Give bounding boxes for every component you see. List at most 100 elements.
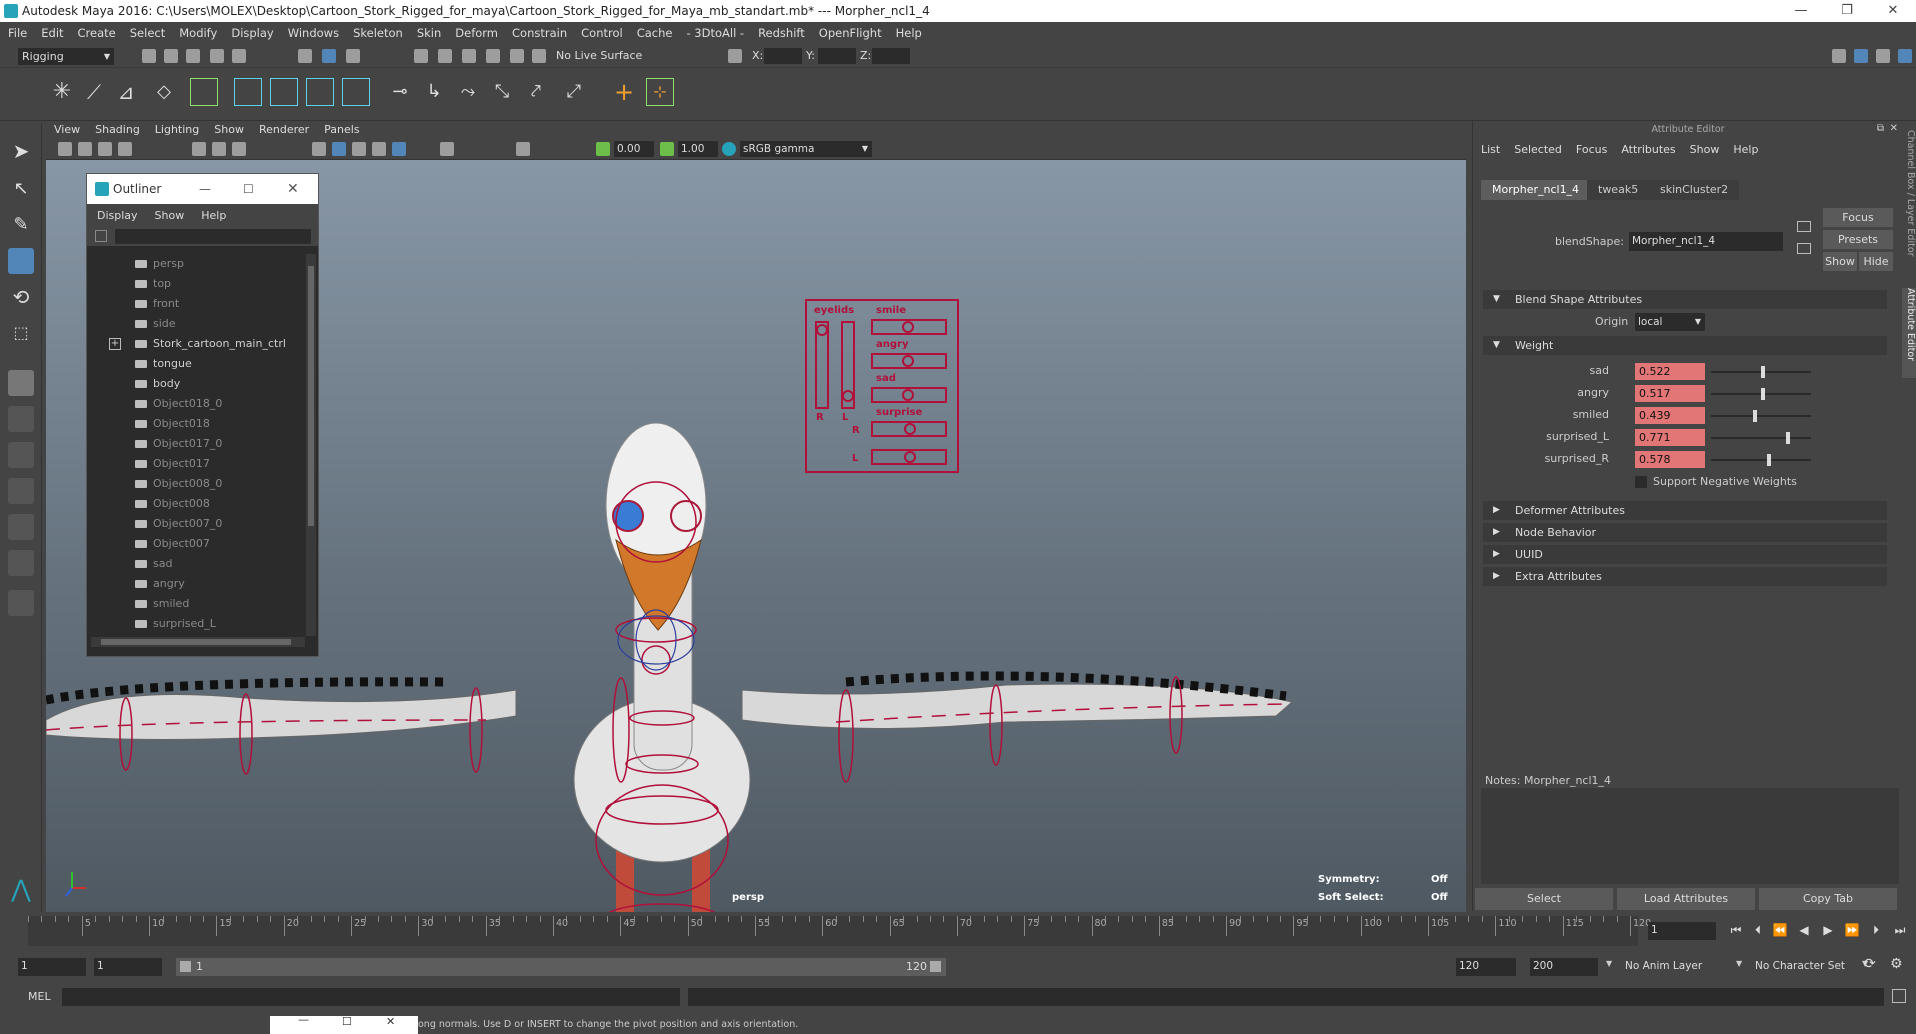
tool-settings-toggle-icon[interactable]: [1876, 49, 1890, 63]
list-item[interactable]: Object007: [87, 534, 297, 554]
list-item[interactable]: tongue: [87, 354, 297, 374]
paint-weights-icon[interactable]: [306, 78, 334, 106]
resolution-gate-icon[interactable]: [232, 142, 246, 156]
load-attributes-button[interactable]: Load Attributes: [1617, 888, 1755, 910]
vp-menu-view[interactable]: View: [54, 123, 80, 136]
four-view-layout-icon[interactable]: [8, 406, 34, 432]
ae-menu-selected[interactable]: Selected: [1514, 143, 1562, 156]
ae-menu-attributes[interactable]: Attributes: [1621, 143, 1675, 156]
render-settings-icon[interactable]: [1832, 49, 1846, 63]
grid-toggle-icon[interactable]: [192, 142, 206, 156]
snap-surface-icon[interactable]: [510, 49, 524, 63]
tab-tweak5[interactable]: tweak5: [1587, 180, 1650, 200]
weight-field[interactable]: 0.578: [1635, 451, 1705, 468]
blend-shape-icon[interactable]: [342, 78, 370, 106]
show-button[interactable]: Show: [1823, 252, 1857, 271]
cluster-icon[interactable]: [190, 78, 218, 106]
menu-skin[interactable]: Skin: [417, 26, 441, 40]
command-input[interactable]: [62, 988, 680, 1006]
section-deformer-attributes[interactable]: ▶ Deformer Attributes: [1483, 501, 1887, 520]
shadows-icon[interactable]: [440, 142, 454, 156]
list-item[interactable]: body: [87, 374, 297, 394]
save-scene-icon[interactable]: [186, 49, 200, 63]
rig-helper-icon[interactable]: ⊹: [646, 78, 674, 106]
list-item[interactable]: Object008_0: [87, 474, 297, 494]
menu-file[interactable]: File: [8, 26, 27, 40]
range-slider[interactable]: 1 120: [176, 958, 946, 976]
colorspace-select[interactable]: sRGB gamma ▼: [740, 141, 872, 157]
point-constraint-icon[interactable]: ⊸: [386, 78, 414, 106]
weight-slider-thumb[interactable]: [1760, 388, 1765, 400]
preferences-icon[interactable]: ⚙: [1890, 956, 1903, 972]
exposure-field[interactable]: 0.00: [614, 141, 654, 157]
range-start-handle[interactable]: [180, 961, 191, 972]
weight-slider-thumb[interactable]: [1752, 410, 1757, 422]
section-weight[interactable]: ▼ Weight: [1483, 336, 1887, 355]
xray-icon[interactable]: [392, 142, 406, 156]
list-item[interactable]: persp: [87, 254, 297, 274]
gamma-icon[interactable]: [660, 142, 674, 156]
go-input-icon[interactable]: [1797, 221, 1811, 232]
range-end-handle[interactable]: [930, 961, 941, 972]
menu-redshift[interactable]: Redshift: [758, 26, 805, 40]
locator-icon[interactable]: +: [610, 78, 638, 106]
outliner-search-input[interactable]: [115, 229, 311, 244]
minimized-minimize-icon[interactable]: —: [298, 1013, 309, 1026]
joint-tool-icon[interactable]: ✳: [48, 78, 76, 106]
lighting-icon[interactable]: [372, 142, 386, 156]
bookmark-icon[interactable]: [98, 142, 112, 156]
gamma-field[interactable]: 1.00: [678, 141, 718, 157]
snap-grid-icon[interactable]: [414, 49, 428, 63]
graph-layout-icon[interactable]: [8, 550, 34, 576]
anim-layer-select[interactable]: No Anim Layer: [1622, 958, 1734, 976]
step-back-icon[interactable]: ⏴: [1750, 922, 1766, 938]
minimized-window[interactable]: — ☐ ✕: [270, 1013, 418, 1034]
list-item[interactable]: angry: [87, 574, 297, 594]
section-extra-attributes[interactable]: ▶ Extra Attributes: [1483, 567, 1887, 586]
ae-menu-help[interactable]: Help: [1733, 143, 1758, 156]
go-to-end-icon[interactable]: ⏭: [1892, 922, 1908, 938]
smooth-shade-icon[interactable]: [332, 142, 346, 156]
transform-mode-icon[interactable]: [728, 49, 742, 63]
filter-icon[interactable]: [95, 230, 107, 242]
list-item[interactable]: surprised_L: [87, 614, 297, 634]
snap-curve-icon[interactable]: [438, 49, 452, 63]
list-item[interactable]: top: [87, 274, 297, 294]
character-set-select[interactable]: No Character Set: [1752, 958, 1864, 976]
go-output-icon[interactable]: [1797, 243, 1811, 254]
menu-create[interactable]: Create: [78, 26, 116, 40]
y-field[interactable]: [818, 48, 856, 64]
origin-select[interactable]: local ▼: [1635, 313, 1705, 331]
auto-key-icon[interactable]: ⟳: [1864, 956, 1876, 972]
weight-slider[interactable]: [1711, 415, 1811, 417]
bind-skin-icon[interactable]: [234, 78, 262, 106]
menu-display[interactable]: Display: [231, 26, 273, 40]
notes-textarea[interactable]: [1481, 788, 1899, 884]
section-node-behavior[interactable]: ▶ Node Behavior: [1483, 523, 1887, 542]
step-forward-icon[interactable]: ⏵: [1868, 922, 1884, 938]
menu-skeleton[interactable]: Skeleton: [353, 26, 403, 40]
list-item[interactable]: Object017: [87, 454, 297, 474]
ae-menu-list[interactable]: List: [1481, 143, 1500, 156]
mode-selector[interactable]: Rigging ▼: [18, 48, 114, 65]
play-back-icon[interactable]: ◀: [1796, 922, 1812, 938]
scale-constraint-icon[interactable]: ⤡: [488, 78, 516, 106]
ae-menu-show[interactable]: Show: [1690, 143, 1720, 156]
step-forward-key-icon[interactable]: ⏩: [1844, 922, 1860, 938]
ik-handle-icon[interactable]: ⟋: [80, 78, 108, 106]
menu-select[interactable]: Select: [130, 26, 165, 40]
lasso-tool-icon[interactable]: ↖: [8, 176, 34, 202]
weight-field[interactable]: 0.771: [1635, 429, 1705, 446]
menu-constrain[interactable]: Constrain: [512, 26, 567, 40]
undo-icon[interactable]: [210, 49, 224, 63]
custom-layout-icon[interactable]: [8, 590, 34, 616]
outliner-menu-show[interactable]: Show: [155, 209, 185, 222]
current-frame-field[interactable]: 1: [1648, 922, 1716, 940]
menu-cache[interactable]: Cache: [637, 26, 673, 40]
close-button[interactable]: ✕: [1870, 0, 1916, 22]
move-tool-icon[interactable]: [8, 248, 34, 274]
menu-help[interactable]: Help: [896, 26, 922, 40]
go-to-start-icon[interactable]: ⏮: [1728, 922, 1744, 938]
support-negative-checkbox[interactable]: [1635, 476, 1647, 488]
select-button[interactable]: Select: [1475, 888, 1613, 910]
